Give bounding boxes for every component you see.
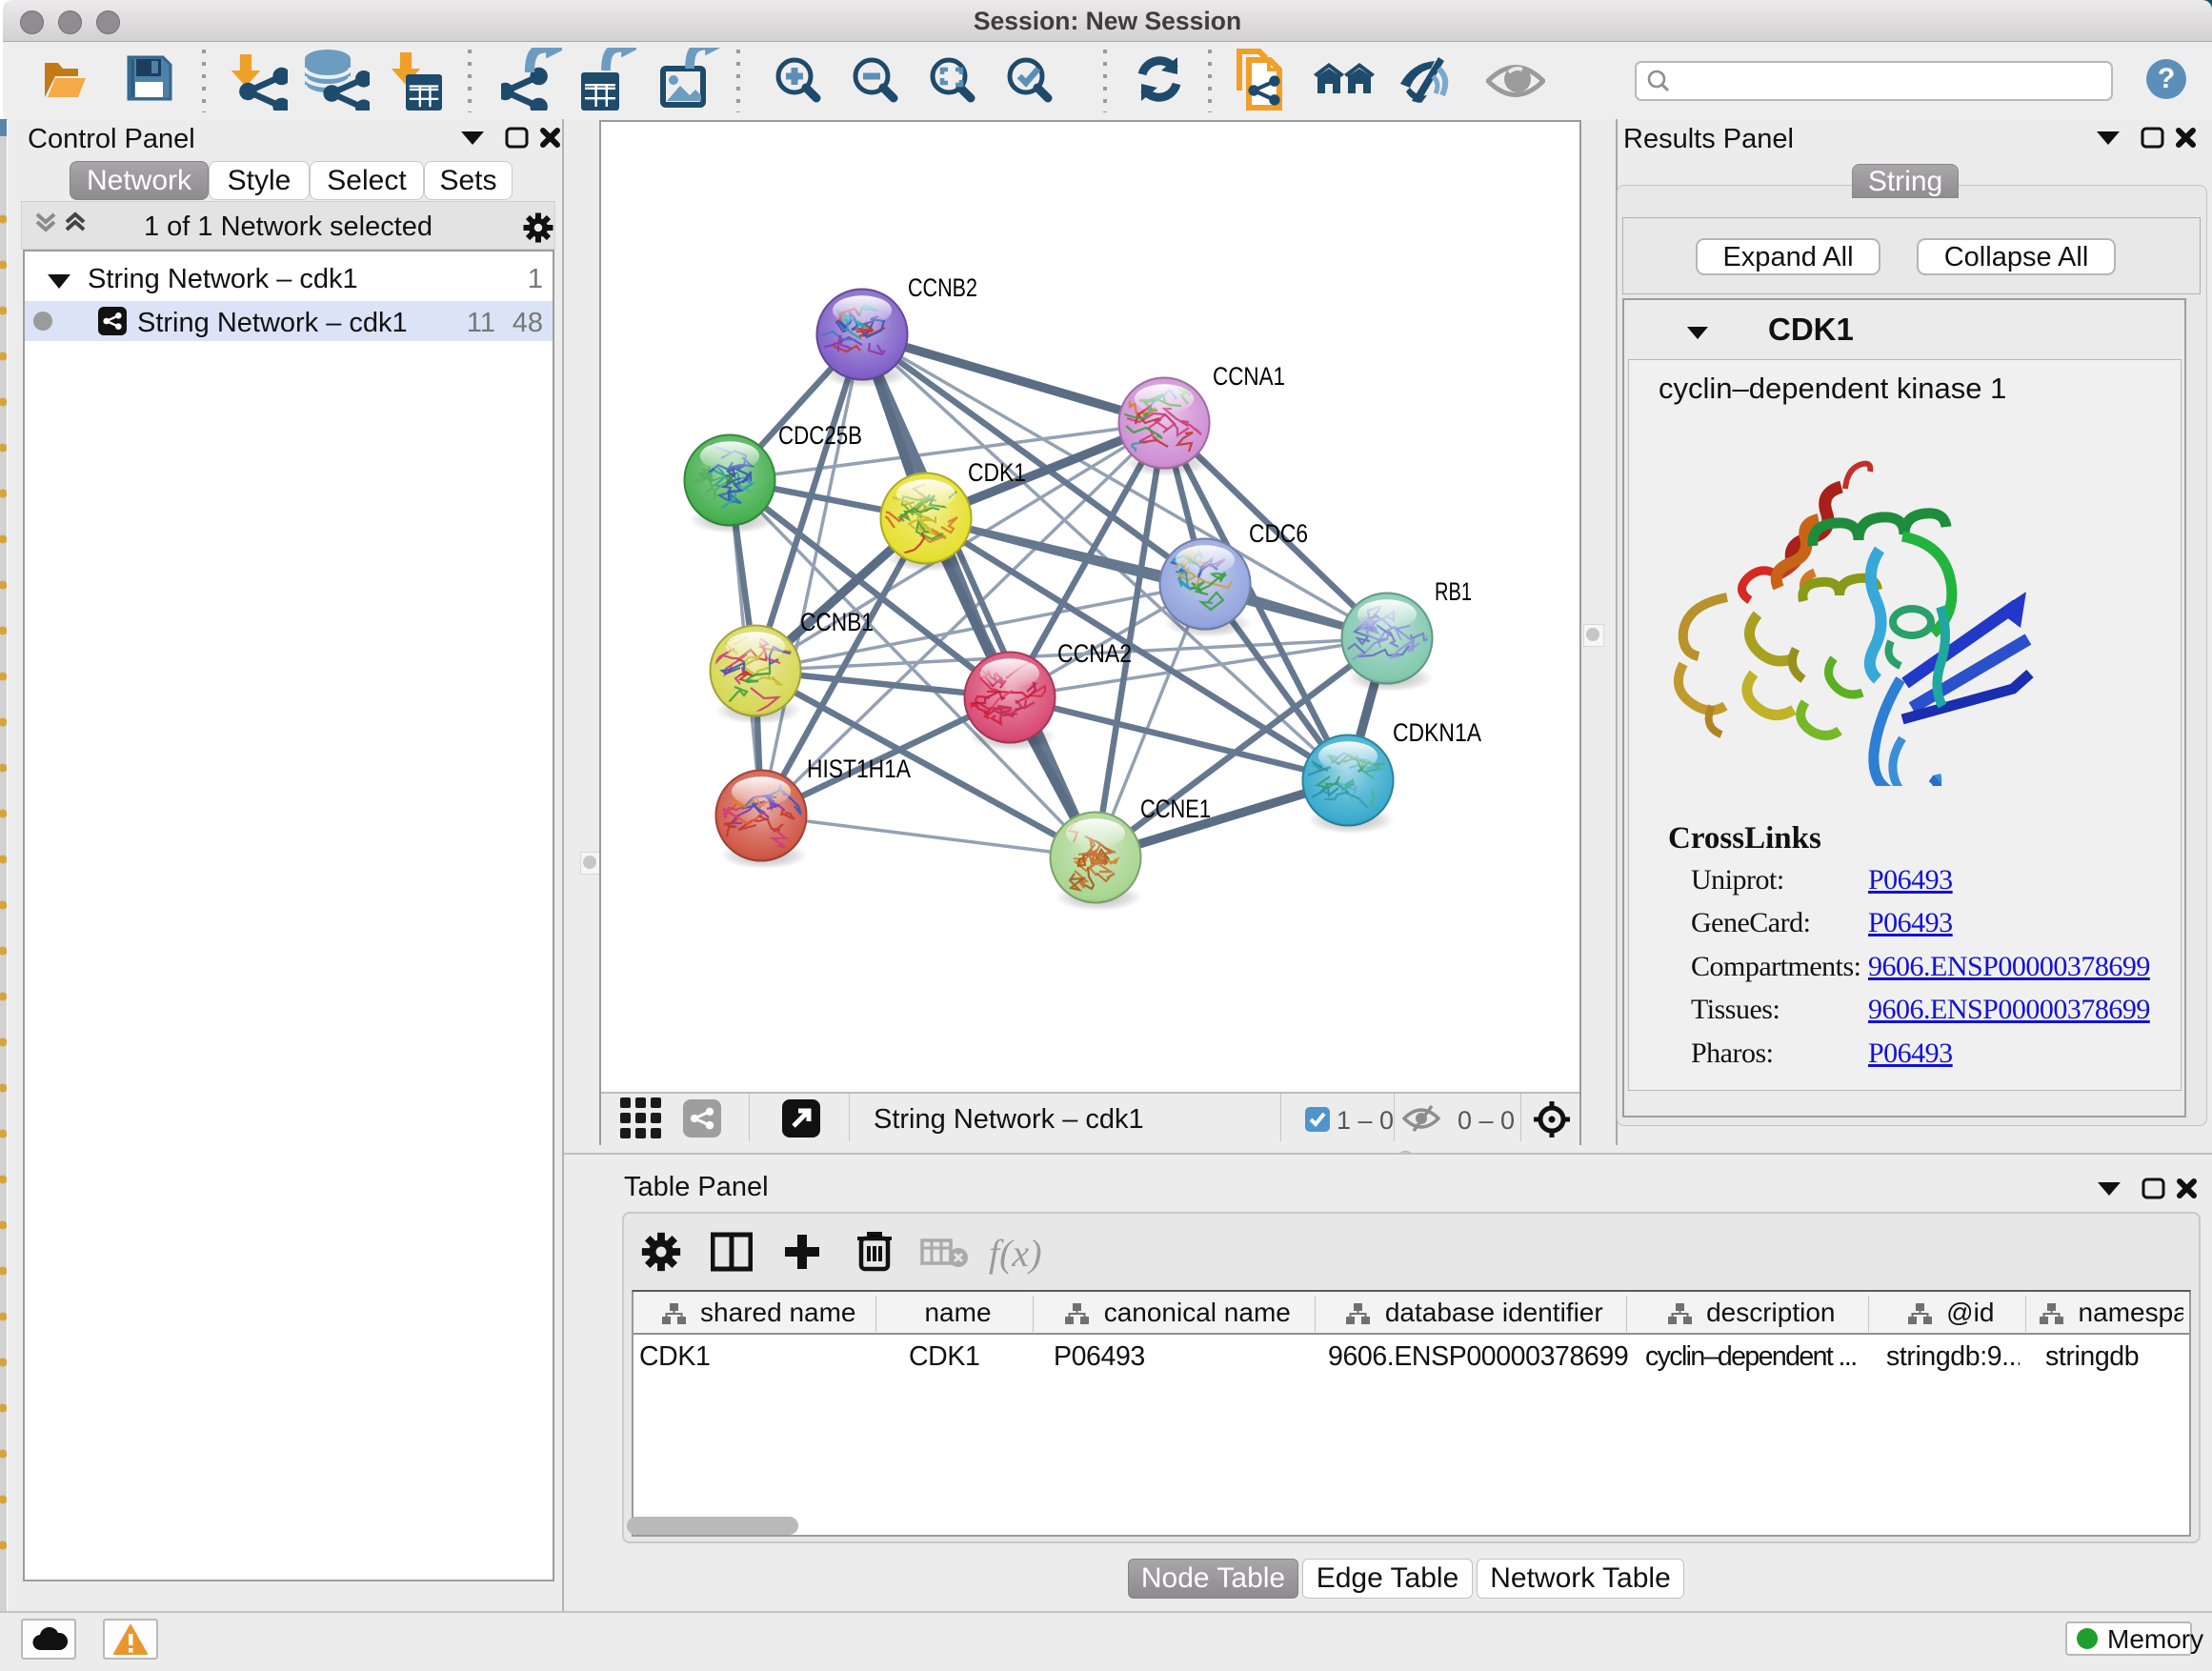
svg-text:CDC6: CDC6	[1249, 519, 1308, 548]
svg-text:HIST1H1A: HIST1H1A	[807, 755, 911, 783]
svg-text:CCNE1: CCNE1	[1140, 795, 1211, 823]
svg-text:CCNA2: CCNA2	[1057, 639, 1132, 668]
svg-text:RB1: RB1	[1435, 577, 1472, 606]
svg-text:CCNB2: CCNB2	[908, 273, 977, 302]
svg-text:CCNA1: CCNA1	[1213, 362, 1285, 391]
svg-text:CDC25B: CDC25B	[778, 421, 862, 450]
svg-text:CDK1: CDK1	[968, 458, 1026, 487]
svg-text:CCNB1: CCNB1	[800, 608, 874, 636]
svg-text:CDKN1A: CDKN1A	[1393, 718, 1481, 747]
